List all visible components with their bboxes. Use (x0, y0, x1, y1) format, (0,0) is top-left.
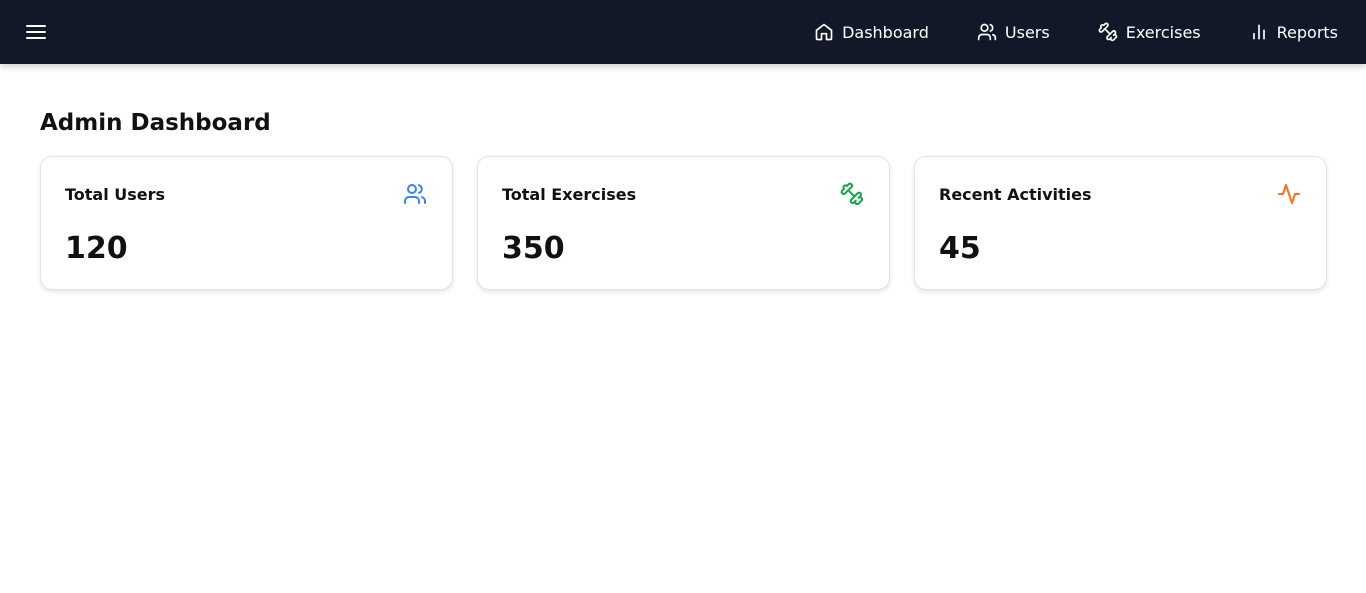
users-icon (977, 22, 997, 42)
dumbbell-icon (839, 181, 865, 207)
hamburger-menu-icon[interactable] (24, 20, 48, 44)
home-icon (814, 22, 834, 42)
nav-link-label: Reports (1276, 22, 1338, 42)
nav-link-dashboard[interactable]: Dashboard (814, 22, 929, 42)
nav-link-label: Dashboard (842, 22, 929, 42)
bar-chart-icon (1249, 22, 1269, 42)
nav-link-users[interactable]: Users (977, 22, 1050, 42)
activity-icon (1276, 181, 1302, 207)
stats-cards: Total Users 120 Total Exercises 350 Rece… (40, 156, 1327, 290)
nav-link-label: Exercises (1125, 22, 1201, 42)
stat-card-value: 45 (939, 231, 981, 266)
stat-card-value: 350 (502, 231, 565, 266)
stat-card-title: Total Exercises (502, 185, 637, 204)
stat-card-total-exercises: Total Exercises 350 (477, 156, 890, 290)
nav-links: Dashboard Users Exercises Reports (814, 0, 1338, 64)
stat-card-total-users: Total Users 120 (40, 156, 453, 290)
nav-link-reports[interactable]: Reports (1249, 22, 1338, 42)
nav-link-exercises[interactable]: Exercises (1098, 22, 1201, 42)
stat-card-value: 120 (65, 231, 128, 266)
dumbbell-icon (1098, 22, 1118, 42)
stat-card-recent-activities: Recent Activities 45 (914, 156, 1327, 290)
page-title: Admin Dashboard (40, 110, 271, 136)
top-navbar: Dashboard Users Exercises Reports (0, 0, 1366, 64)
stat-card-title: Recent Activities (939, 185, 1092, 204)
users-icon (402, 181, 428, 207)
nav-link-label: Users (1004, 22, 1050, 42)
stat-card-title: Total Users (65, 185, 166, 204)
